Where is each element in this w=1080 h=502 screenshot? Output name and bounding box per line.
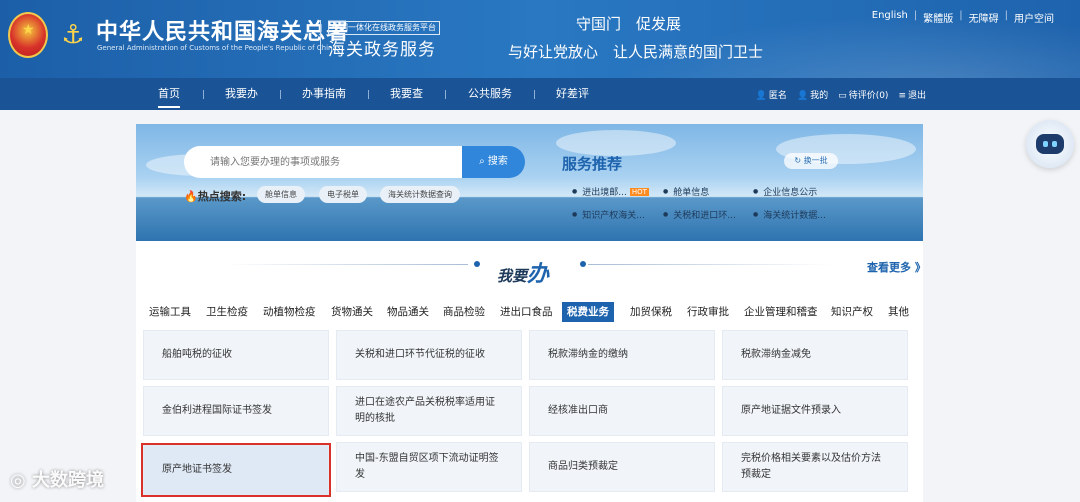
nav-home[interactable]: 首页	[158, 78, 180, 110]
nav-do[interactable]: 我要办	[225, 78, 258, 110]
service-card[interactable]: 经核准出口商	[529, 386, 715, 436]
platform-tag: 全国一体化在线政务服务平台	[328, 21, 440, 35]
section-title: 我要办	[497, 262, 550, 287]
service-card[interactable]: 原产地证据文件预录入	[722, 386, 908, 436]
nav-guide[interactable]: 办事指南	[302, 78, 346, 110]
recommend-item[interactable]: 海关统计数据...	[753, 208, 826, 221]
robot-face	[1036, 134, 1064, 154]
nav-separator	[203, 90, 204, 99]
service-card[interactable]: 中国-东盟自贸区项下流动证明签发	[336, 442, 522, 492]
service-name: 海关政务服务	[328, 40, 436, 60]
tab-inspection[interactable]: 商品检验	[443, 302, 485, 322]
service-card[interactable]: 金伯利进程国际证书签发	[143, 386, 329, 436]
search-button[interactable]: ⌕ 搜索	[462, 146, 525, 178]
tab-other[interactable]: 其他	[888, 302, 909, 322]
search-banner	[136, 124, 923, 241]
nav-separator	[368, 90, 369, 99]
tab-animal-plant[interactable]: 动植物检疫	[263, 302, 316, 322]
link-english[interactable]: English	[872, 10, 908, 25]
main-nav: 首页 我要办 办事指南 我要查 公共服务 好差评 👤 匿名 👤 我的 ▭ 待评价(0)…	[0, 78, 1080, 110]
section-dot	[580, 261, 586, 267]
tab-approval[interactable]: 行政审批	[687, 302, 729, 322]
nav-separator	[534, 90, 535, 99]
recommend-item[interactable]: 企业信息公示	[753, 185, 817, 198]
search-input[interactable]	[210, 146, 460, 178]
nav-public-service[interactable]: 公共服务	[468, 78, 512, 110]
search-icon: ⌕	[479, 156, 488, 167]
tab-bonded[interactable]: 加贸保税	[630, 302, 672, 322]
site-header: ⚓ 中华人民共和国海关总署 General Administration of …	[0, 0, 1080, 78]
nav-user-links: 👤 匿名 👤 我的 ▭ 待评价(0) ≡ 退出	[756, 78, 926, 110]
customs-logo-icon: ⚓	[61, 20, 85, 50]
link-user-space[interactable]: 用户空间	[1014, 10, 1054, 25]
tab-tax[interactable]: 税费业务	[562, 302, 614, 322]
tab-transport[interactable]: 运输工具	[149, 302, 191, 322]
hot-badge: HOT	[629, 188, 649, 196]
section-dot	[474, 261, 480, 267]
nav-pending-rating[interactable]: ▭ 待评价(0)	[838, 88, 888, 101]
comment-icon: ▭	[838, 90, 847, 101]
refresh-icon: ↻	[794, 156, 804, 165]
nav-query[interactable]: 我要查	[390, 78, 423, 110]
service-card-highlighted[interactable]: 原产地证书签发	[141, 443, 331, 497]
user-icon: 👤	[796, 90, 809, 101]
tab-enterprise[interactable]: 企业管理和稽查	[744, 302, 818, 322]
tab-goods-clearance[interactable]: 货物通关	[331, 302, 373, 322]
org-name-cn[interactable]: 中华人民共和国海关总署	[96, 14, 349, 46]
watermark: ◎ 大数跨境	[10, 470, 104, 491]
slogan-line-1: 守国门 促发展	[576, 15, 682, 33]
tab-articles-clearance[interactable]: 物品通关	[387, 302, 429, 322]
service-card[interactable]: 完税价格相关要素以及估价方法预裁定	[722, 442, 908, 492]
service-card[interactable]: 进口在途农产品关税税率适用证明的核批	[336, 386, 522, 436]
service-card[interactable]: 商品归类预裁定	[529, 442, 715, 492]
section-divider	[588, 264, 832, 265]
recommend-item[interactable]: 关税和进口环...	[663, 208, 736, 221]
org-name-en: General Administration of Customs of the…	[97, 44, 337, 52]
recommend-item[interactable]: 知识产权海关...	[572, 208, 645, 221]
link-accessibility[interactable]: 无障碍	[969, 10, 999, 25]
tab-food[interactable]: 进出口食品	[500, 302, 553, 322]
recommend-title: 服务推荐	[562, 155, 623, 173]
link-traditional[interactable]: 繁體版	[923, 10, 953, 25]
nav-rating[interactable]: 好差评	[556, 78, 589, 110]
menu-icon: ≡	[898, 90, 906, 101]
hot-search-label: 🔥热点搜索:	[184, 190, 247, 203]
nav-mine[interactable]: 👤 我的	[797, 88, 828, 101]
recommend-item[interactable]: 舱单信息	[663, 185, 709, 198]
fire-icon: 🔥	[184, 190, 198, 203]
tab-ip[interactable]: 知识产权	[831, 302, 873, 322]
recommend-item[interactable]: 进出境邮...HOT	[572, 185, 649, 198]
nav-logout[interactable]: ≡ 退出	[898, 88, 926, 101]
hot-tag-statistics[interactable]: 海关统计数据查询	[380, 186, 460, 203]
hot-tag-e-tax[interactable]: 电子税单	[319, 186, 367, 203]
top-links: English | 繁體版 | 无障碍 | 用户空间	[871, 10, 1054, 25]
service-card[interactable]: 税款滞纳金的缴纳	[529, 330, 715, 380]
refresh-button[interactable]: ↻ 换一批	[784, 153, 838, 169]
national-emblem-icon	[8, 12, 48, 58]
section-divider	[224, 264, 468, 265]
user-icon: 👤	[755, 90, 767, 101]
service-card[interactable]: 关税和进口环节代征税的征收	[336, 330, 522, 380]
assistant-robot-icon[interactable]	[1026, 120, 1074, 168]
service-card[interactable]: 税款滞纳金减免	[722, 330, 908, 380]
nav-separator	[445, 90, 446, 99]
nav-separator	[280, 90, 281, 99]
hot-tag-manifest[interactable]: 舱单信息	[257, 186, 305, 203]
view-more-link[interactable]: 查看更多 》	[867, 259, 926, 275]
header-divider	[320, 20, 321, 54]
service-card[interactable]: 船舶吨税的征收	[143, 330, 329, 380]
slogan-line-2: 与好让党放心 让人民满意的国门卫士	[508, 43, 764, 61]
watermark-logo-icon: ◎	[10, 470, 32, 491]
nav-anonymous[interactable]: 👤 匿名	[756, 88, 787, 101]
search-box	[184, 146, 464, 178]
tab-health-quarantine[interactable]: 卫生检疫	[206, 302, 248, 322]
